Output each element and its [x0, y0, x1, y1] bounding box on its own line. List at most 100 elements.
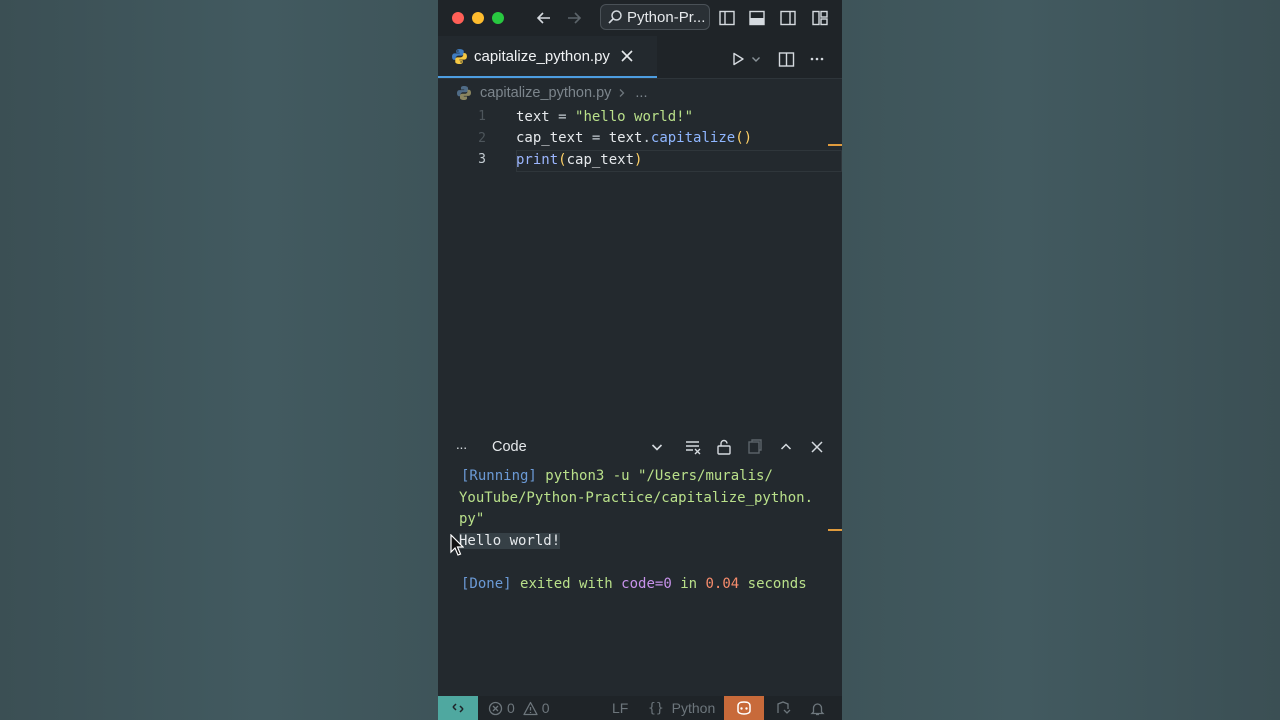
layout-panel-icon	[749, 10, 765, 26]
ellipsis-icon	[810, 57, 824, 61]
unlock-icon	[717, 439, 731, 455]
warning-icon	[523, 701, 538, 715]
language-label: Python	[671, 700, 716, 716]
python-file-icon	[457, 86, 471, 100]
error-count: 0	[507, 700, 515, 716]
open-output-in-editor-button[interactable]	[745, 437, 765, 457]
code-token: cap_text	[566, 151, 635, 168]
code-line[interactable]: 2 cap_text = text.capitalize()	[438, 128, 842, 149]
overview-ruler-marker	[828, 144, 842, 146]
remote-indicator[interactable]	[438, 696, 478, 720]
toggle-panel-button[interactable]	[746, 7, 768, 29]
minimize-window-button[interactable]	[472, 12, 484, 24]
chevron-up-icon	[780, 443, 792, 450]
code-token: =	[549, 108, 576, 125]
notifications-button[interactable]	[810, 696, 825, 720]
panel-toolbar: ··· Code	[438, 434, 842, 460]
split-editor-icon	[778, 51, 794, 67]
tab-capitalize-python[interactable]: capitalize_python.py	[438, 36, 657, 78]
background-right	[842, 0, 1280, 720]
clear-output-button[interactable]	[683, 437, 703, 457]
lock-scroll-button[interactable]	[714, 437, 734, 457]
close-icon	[811, 441, 823, 453]
chevron-down-icon	[651, 444, 663, 451]
copilot-icon	[737, 701, 751, 715]
layout-sidebar-right-icon	[780, 10, 796, 26]
code-line[interactable]: 1 text = "hello world!"	[438, 106, 842, 127]
customize-layout-button[interactable]	[809, 7, 831, 29]
clear-all-icon	[686, 441, 701, 455]
copilot-button[interactable]	[724, 696, 764, 720]
problems-indicator[interactable]: 0 0	[488, 696, 550, 720]
close-tab-button[interactable]	[620, 49, 634, 63]
live-share-button[interactable]	[775, 696, 791, 720]
chevron-right-icon	[619, 89, 625, 97]
forward-button[interactable]	[562, 7, 586, 29]
error-icon	[488, 701, 503, 715]
vscode-window: Python-Pr... capitalize_python.py capita…	[438, 0, 842, 720]
split-editor-button[interactable]	[776, 48, 796, 70]
close-panel-button[interactable]	[807, 437, 827, 457]
title-bar: Python-Pr...	[438, 0, 842, 36]
toggle-secondary-sidebar-button[interactable]	[777, 7, 799, 29]
ellipsis-icon: ···	[455, 439, 468, 455]
running-command-cont: YouTube/Python-Practice/capitalize_pytho…	[459, 489, 814, 506]
layout-sidebar-left-icon	[719, 10, 735, 26]
breadcrumb: capitalize_python.py ...	[456, 83, 648, 103]
eol-label: LF	[612, 700, 629, 716]
code-token: cap_text	[516, 130, 584, 146]
line-number: 1	[478, 109, 486, 124]
program-output: Hello world!	[459, 532, 561, 549]
mouse-cursor-icon	[450, 534, 464, 556]
in-text: in	[680, 575, 698, 592]
output-panel[interactable]: [Running] python3 -u "/Users/muralis/ Yo…	[459, 466, 831, 595]
code-line[interactable]: 3 print(cap_text)	[438, 149, 842, 170]
exit-code: code=0	[621, 575, 672, 592]
exited-text: exited with	[520, 575, 613, 592]
bell-icon	[810, 702, 825, 715]
back-button[interactable]	[532, 7, 556, 29]
layout-customize-icon	[812, 10, 828, 26]
code-token: "hello world!"	[575, 108, 694, 125]
code-text: cap_text = text.capitalize()	[516, 130, 752, 146]
search-icon	[608, 10, 622, 24]
code-token: =	[583, 130, 609, 146]
arrow-right-icon	[568, 12, 582, 24]
breadcrumb-file[interactable]: capitalize_python.py	[480, 85, 611, 101]
arrow-left-icon	[536, 12, 550, 24]
command-center-label: Python-Pr...	[627, 8, 706, 26]
output-channel-select[interactable]: Code	[484, 436, 670, 458]
more-actions-button[interactable]	[807, 48, 827, 70]
panel-views-button[interactable]: ···	[451, 437, 471, 457]
language-mode-selector[interactable]: {} Python	[648, 696, 715, 720]
code-token: print	[516, 151, 559, 168]
maximize-window-button[interactable]	[492, 12, 504, 24]
command-center[interactable]: Python-Pr...	[600, 4, 710, 30]
python-file-icon	[452, 48, 467, 64]
line-number: 3	[478, 152, 486, 167]
code-token: text	[516, 108, 550, 125]
eol-selector[interactable]: LF	[612, 696, 628, 720]
code-text: print(cap_text)	[516, 152, 642, 168]
code-token: capitalize	[650, 130, 736, 146]
code-token: (	[558, 151, 567, 168]
running-command: python3 -u "/Users/muralis/	[545, 468, 773, 484]
remote-icon	[452, 703, 464, 713]
code-token: )	[634, 151, 643, 168]
run-python-file-button[interactable]	[728, 48, 764, 70]
code-editor[interactable]: 1 text = "hello world!" 2 cap_text = text.c…	[438, 106, 842, 436]
play-icon	[733, 52, 744, 66]
code-token: text	[608, 130, 643, 146]
accounts-icon	[777, 701, 791, 714]
close-window-button[interactable]	[452, 12, 464, 24]
braces-icon: {}	[648, 700, 664, 716]
done-tag: [Done]	[461, 575, 512, 592]
running-tag: [Running]	[461, 468, 537, 484]
elapsed-time: 0.04	[705, 575, 740, 592]
maximize-panel-button[interactable]	[776, 437, 796, 457]
breadcrumb-symbols[interactable]: ...	[635, 85, 647, 101]
running-command-end: py"	[459, 511, 485, 527]
toggle-sidebar-button[interactable]	[716, 7, 738, 29]
close-icon	[621, 50, 633, 62]
copy-icon	[748, 439, 762, 454]
